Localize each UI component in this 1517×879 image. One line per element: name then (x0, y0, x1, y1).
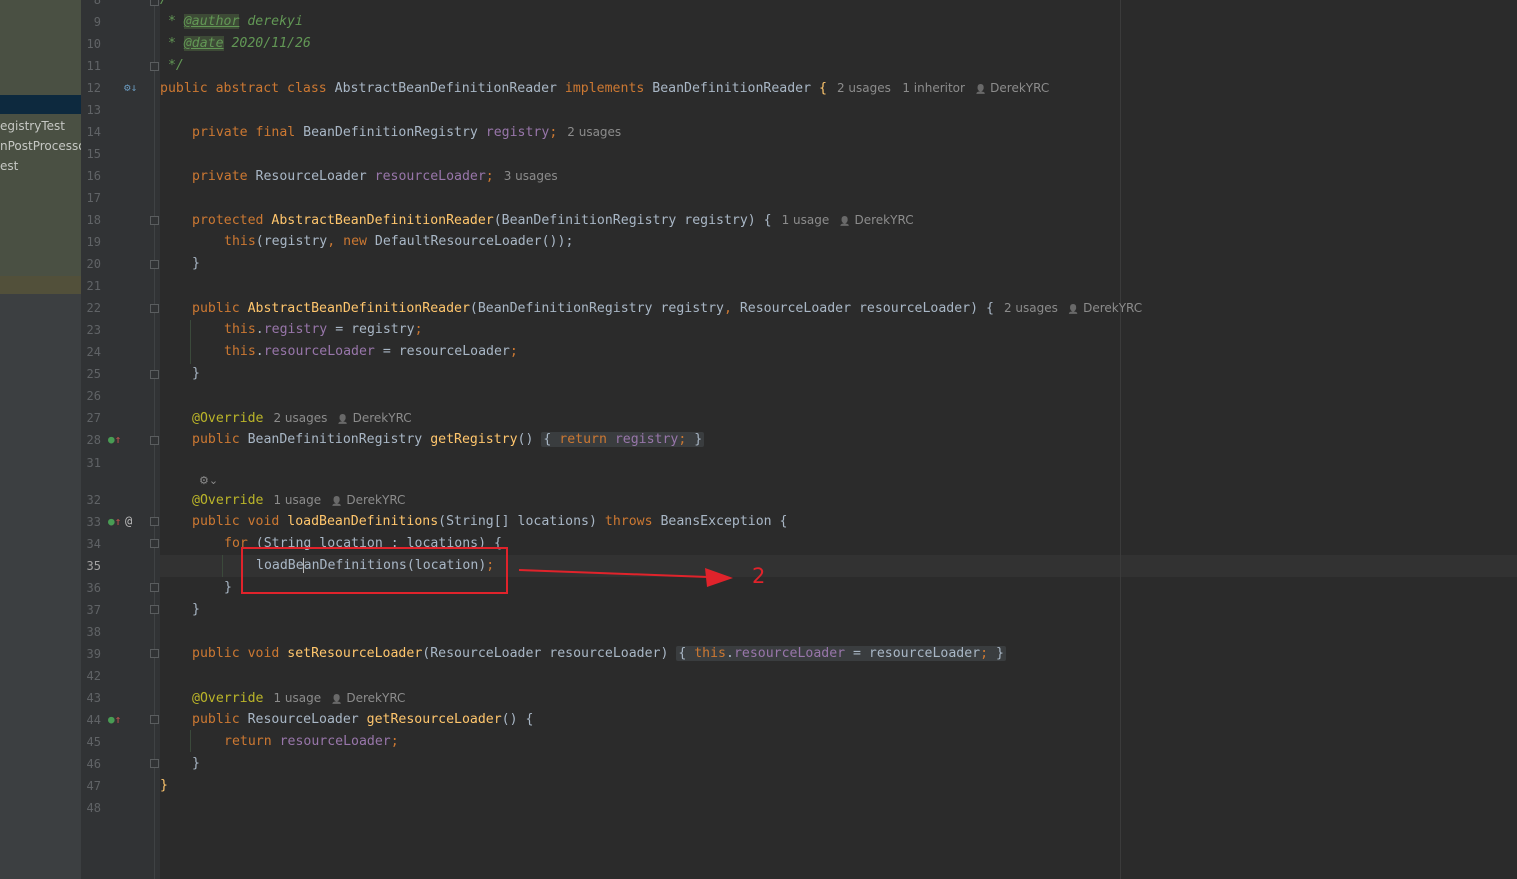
annotation-arrow-icon (518, 568, 733, 587)
annotation-number: 2 (752, 564, 766, 588)
